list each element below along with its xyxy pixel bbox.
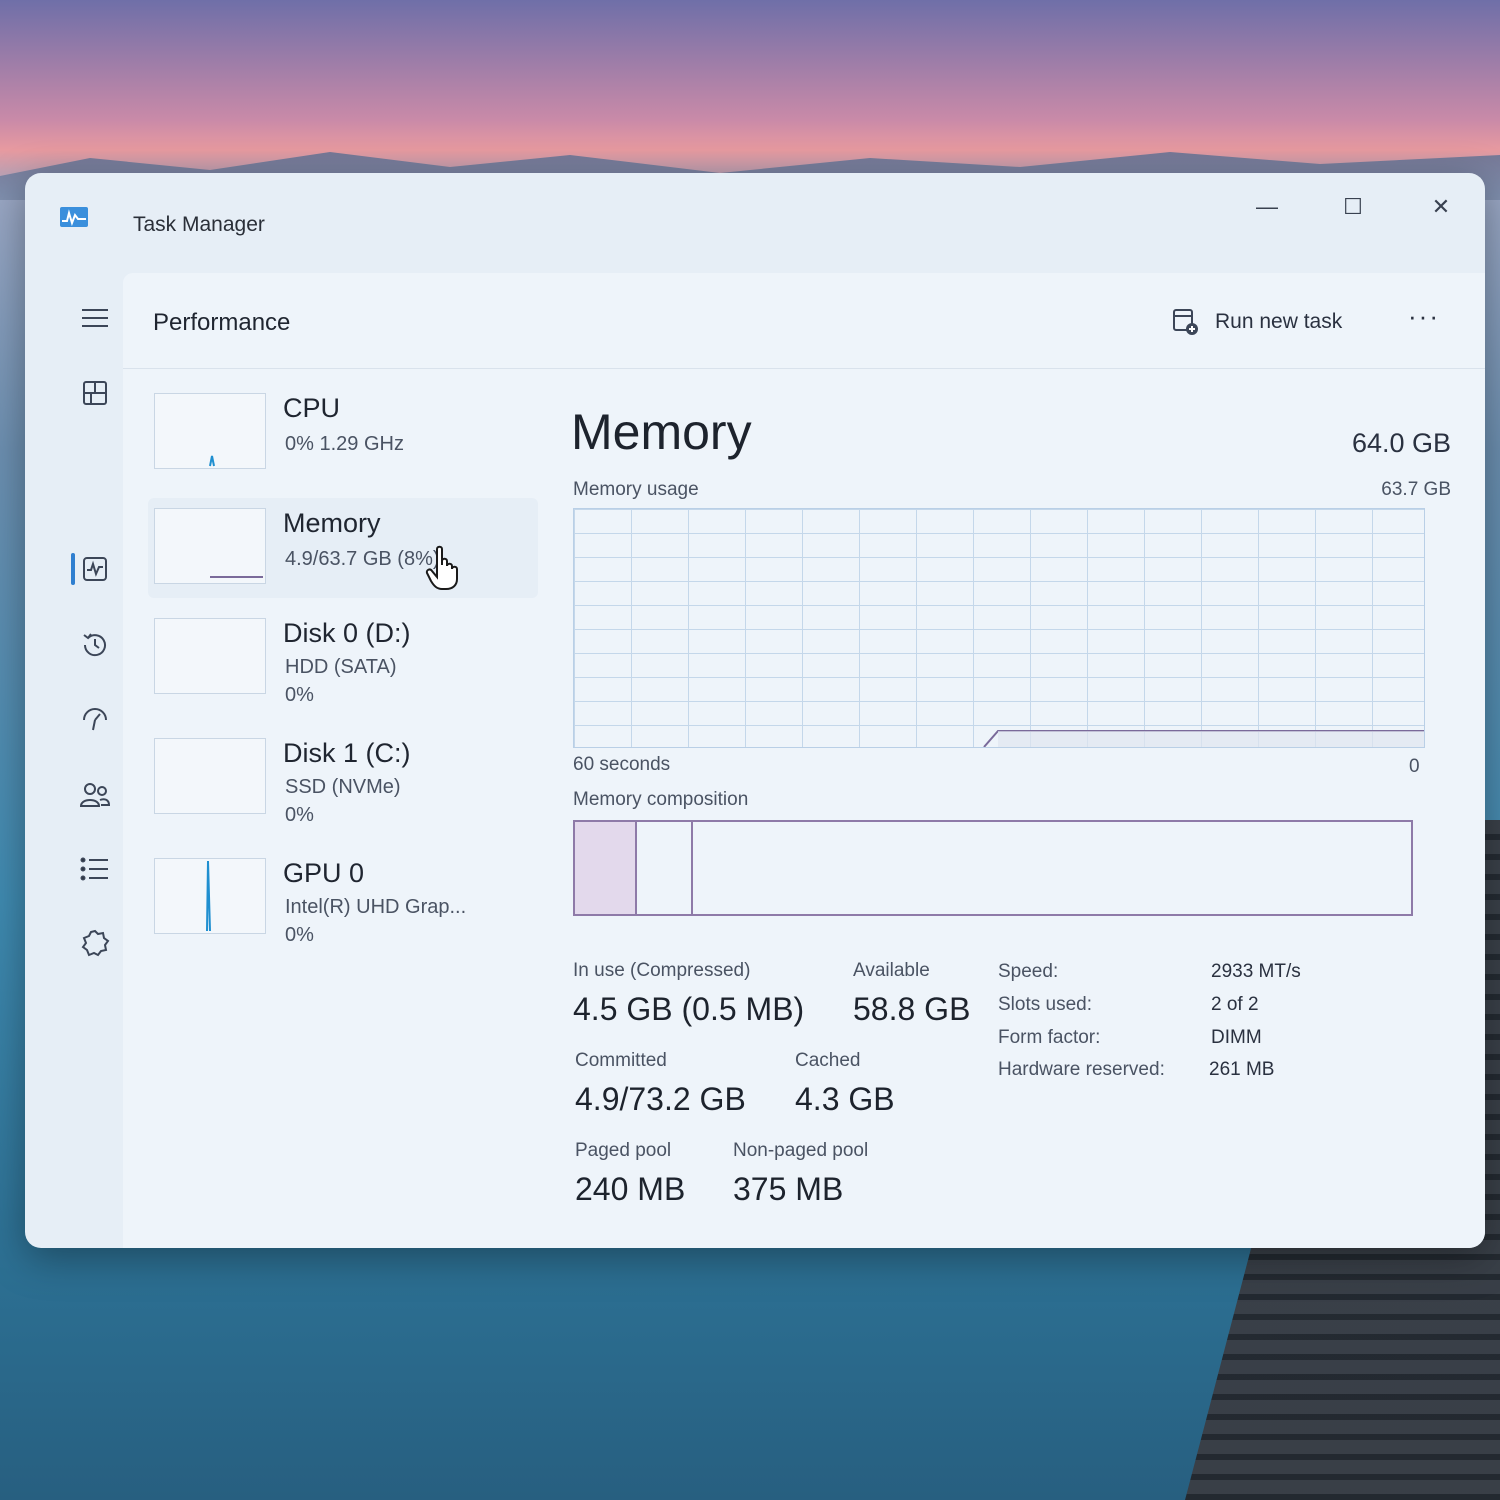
resource-gpu-0[interactable]: GPU 0 Intel(R) UHD Grap... 0% (148, 848, 538, 948)
resource-usage: 0% (285, 684, 314, 706)
resource-detail: 4.9/63.7 GB (8%) (285, 548, 440, 570)
maximize-button[interactable]: ☐ (1333, 187, 1373, 227)
memory-usage-label: Memory usage (573, 479, 699, 500)
window-title: Task Manager (133, 213, 265, 236)
services-icon[interactable] (75, 923, 115, 963)
resource-name: Memory (283, 508, 381, 538)
slots-used-key: Slots used: (998, 994, 1092, 1015)
run-new-task-button[interactable]: Run new task (1171, 307, 1342, 337)
minimize-button[interactable]: — (1247, 187, 1287, 227)
paged-pool-value: 240 MB (575, 1171, 686, 1207)
run-task-icon (1173, 309, 1198, 335)
details-icon[interactable] (75, 849, 115, 889)
time-end-label: 0 (1409, 756, 1420, 777)
form-factor-key: Form factor: (998, 1027, 1101, 1048)
gpu-thumbnail-graph (154, 858, 266, 934)
title-bar: Task Manager — ☐ ✕ (25, 173, 1485, 273)
composition-in-use (575, 822, 637, 914)
cached-value: 4.3 GB (795, 1081, 895, 1117)
committed-value: 4.9/73.2 GB (575, 1081, 746, 1117)
resource-name: CPU (283, 393, 341, 423)
speed-key: Speed: (998, 961, 1059, 982)
non-paged-pool-value: 375 MB (733, 1171, 844, 1207)
resource-disk-0[interactable]: Disk 0 (D:) HDD (SATA) 0% (148, 608, 538, 708)
hardware-reserved-key: Hardware reserved: (998, 1059, 1165, 1080)
hand-pointer-cursor (425, 545, 458, 590)
main-content: Performance Run new task ··· CPU 0% 1.29… (123, 273, 1485, 1248)
resource-detail: Intel(R) UHD Grap... (285, 896, 467, 918)
resource-name: GPU 0 (283, 858, 365, 888)
paged-pool-label: Paged pool (575, 1140, 672, 1161)
memory-composition-label: Memory composition (573, 789, 749, 810)
available-value: 58.8 GB (853, 991, 971, 1027)
users-icon[interactable] (75, 775, 115, 815)
resource-cpu[interactable]: CPU 0% 1.29 GHz (148, 383, 538, 483)
more-options-button[interactable]: ··· (1408, 301, 1440, 332)
cpu-thumbnail-graph (154, 393, 266, 469)
memory-total: 64.0 GB (1351, 428, 1451, 458)
page-title: Performance (153, 309, 291, 336)
committed-label: Committed (575, 1050, 667, 1071)
performance-icon[interactable] (75, 549, 115, 589)
memory-composition-bar (573, 820, 1413, 916)
available-label: Available (853, 960, 930, 981)
memory-usage-graph (573, 508, 1425, 748)
resource-usage: 0% (285, 804, 314, 826)
resource-name: Disk 1 (C:) (283, 738, 411, 768)
resource-memory[interactable]: Memory 4.9/63.7 GB (8%) (148, 498, 538, 598)
hamburger-icon[interactable] (75, 298, 115, 338)
startup-apps-icon[interactable] (75, 701, 115, 741)
resource-name: Disk 0 (D:) (283, 618, 411, 648)
in-use-label: In use (Compressed) (573, 960, 751, 981)
memory-title: Memory (571, 404, 752, 460)
resource-detail: HDD (SATA) (285, 656, 397, 678)
resource-detail: SSD (NVMe) (285, 776, 401, 798)
processes-icon[interactable] (75, 373, 115, 413)
time-span-label: 60 seconds (573, 754, 671, 775)
run-new-task-label: Run new task (1215, 310, 1343, 333)
task-manager-window: Task Manager — ☐ ✕ Performance Run new t… (25, 173, 1485, 1248)
speed-value: 2933 MT/s (1211, 961, 1301, 982)
resource-detail: 0% 1.29 GHz (285, 433, 404, 455)
disk1-thumbnail-graph (154, 738, 266, 814)
memory-thumbnail-graph (154, 508, 266, 584)
memory-usage-max: 63.7 GB (1381, 479, 1451, 500)
in-use-value: 4.5 GB (0.5 MB) (573, 991, 805, 1027)
hardware-reserved-value: 261 MB (1209, 1059, 1275, 1080)
task-manager-app-icon (60, 207, 88, 227)
disk0-thumbnail-graph (154, 618, 266, 694)
non-paged-pool-label: Non-paged pool (733, 1140, 869, 1161)
cached-label: Cached (795, 1050, 861, 1071)
composition-standby (641, 822, 693, 914)
close-button[interactable]: ✕ (1421, 187, 1461, 227)
resource-disk-1[interactable]: Disk 1 (C:) SSD (NVMe) 0% (148, 728, 538, 828)
slots-used-value: 2 of 2 (1211, 994, 1259, 1015)
command-bar: Performance Run new task ··· (123, 273, 1485, 369)
form-factor-value: DIMM (1211, 1027, 1262, 1048)
app-history-icon[interactable] (75, 625, 115, 665)
resource-usage: 0% (285, 924, 314, 946)
